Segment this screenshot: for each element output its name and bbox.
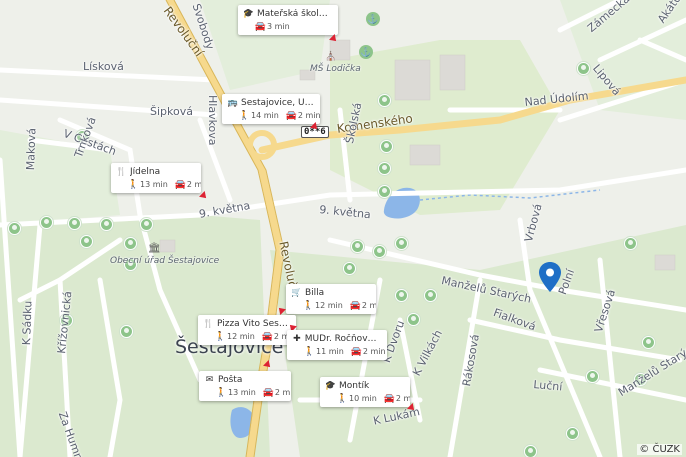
car-time: 2 min (274, 388, 291, 397)
tree-icon (40, 216, 53, 229)
restaurant-icon: 🍴 (117, 167, 128, 177)
car-icon: 🚘 (285, 110, 297, 121)
tree-icon (378, 185, 391, 198)
tree-icon (380, 140, 393, 153)
car-icon: 🚘 (174, 179, 186, 190)
street-label: Lísková (83, 60, 124, 73)
tree-icon (378, 94, 391, 107)
map-canvas[interactable]: 🏛 ⚓ ⚓ ⛪ Revoluční Svobody Lísková Šipkov… (0, 0, 686, 457)
bus-icon: 🚌 (228, 98, 239, 108)
street-label: Maková (24, 127, 39, 171)
poi-name: Jídelna (130, 167, 161, 177)
copyright[interactable]: © ČUZK (637, 444, 682, 455)
tree-icon (100, 218, 113, 231)
poi-label: Obecní úřad Šestajovice (110, 256, 220, 266)
tree-icon (407, 313, 420, 326)
doctor-icon: ✚ (293, 334, 301, 344)
walk-time: 11 min (316, 347, 344, 356)
tree-icon (524, 445, 537, 457)
walk-icon: 🚶 (336, 393, 349, 404)
car-icon: 🚘 (254, 21, 267, 32)
tree-icon (124, 237, 137, 250)
tree-icon (373, 245, 386, 258)
poi-name: Pizza Vito Šestajo… (217, 319, 290, 329)
poi-name: Billa (305, 288, 325, 298)
school-icon: 🎓 (326, 381, 337, 391)
walk-time: 10 min (349, 394, 377, 403)
street-label: Luční (532, 378, 563, 394)
playground-icon[interactable]: ⚓ (366, 12, 380, 26)
poi-card-mudr[interactable]: ✚MUDr. Ročňová M… 🚶11 min 🚘2 min (287, 330, 387, 360)
shop-icon: 🛒 (292, 288, 303, 298)
tree-icon (343, 262, 356, 275)
street-label: K Sádku (20, 300, 35, 346)
tree-icon (378, 162, 391, 175)
poi-card-ms[interactable]: 🎓Mateřská škola Š… 🚘3 min (238, 5, 338, 35)
tree-icon (395, 237, 408, 250)
car-time: 2 min (395, 394, 410, 403)
tree-icon (351, 240, 364, 253)
poi-card-posta[interactable]: ✉ Pošta 🚶13 min 🚘2 min (199, 371, 291, 401)
car-time: 3 min (267, 22, 290, 31)
tree-icon (577, 62, 590, 75)
poi-name: Pošta (218, 375, 243, 385)
poi-card-jidelna[interactable]: 🍴Jídelna 🚶13 min 🚘2 min (111, 163, 201, 193)
poi-name: Mateřská škola Š… (257, 9, 332, 19)
walk-icon: 🚶 (215, 387, 228, 398)
poi-name: MUDr. Ročňová M… (304, 334, 381, 344)
school-map-icon[interactable]: ⛪ (325, 51, 336, 61)
townhall-icon[interactable]: 🏛 (148, 243, 161, 254)
car-time: 2 min (362, 347, 386, 356)
tree-icon (8, 222, 21, 235)
tree-icon (424, 289, 437, 302)
tree-icon (395, 289, 408, 302)
walk-time: 13 min (140, 180, 168, 189)
tree-icon (566, 427, 579, 440)
walk-time: 14 min (251, 111, 279, 120)
post-icon: ✉ (205, 375, 214, 385)
car-icon: 🚘 (350, 346, 362, 357)
car-time: 2 min (361, 301, 376, 310)
tree-icon (80, 235, 93, 248)
car-time: 2 min (297, 111, 320, 120)
poi-name: Montík (339, 381, 370, 391)
car-icon: 🚘 (262, 387, 274, 398)
poi-card-pizza[interactable]: 🍴Pizza Vito Šestajo… 🚶12 min🚘2 min (198, 315, 296, 345)
walk-icon: 🚶 (302, 300, 315, 311)
walk-time: 12 min (227, 332, 255, 341)
restaurant-icon: 🍴 (204, 319, 215, 329)
walk-time: 12 min (315, 301, 343, 310)
car-icon: 🚘 (383, 393, 395, 404)
tree-icon (120, 325, 133, 338)
poi-card-bus[interactable]: 🚌Šestajovice, U Školy 🚶14 min 🚘2 min (222, 94, 320, 124)
location-pin-icon[interactable] (539, 262, 561, 292)
street-label: Šipková (150, 105, 193, 118)
tree-icon (586, 370, 599, 383)
poi-name: Šestajovice, U Školy (241, 98, 314, 108)
car-icon: 🚘 (349, 300, 361, 311)
car-icon: 🚘 (261, 331, 273, 342)
walk-icon: 🚶 (214, 331, 227, 342)
school-icon: 🎓 (244, 9, 255, 19)
walk-time: 13 min (228, 388, 256, 397)
playground-icon[interactable]: ⚓ (359, 45, 373, 59)
poi-label: MŠ Lodička (310, 64, 361, 74)
poi-card-billa[interactable]: 🛒Billa 🚶12 min 🚘2 min (286, 284, 376, 314)
walk-icon: 🚶 (303, 346, 316, 357)
tree-icon (624, 237, 637, 250)
tree-icon (140, 218, 153, 231)
poi-card-montik[interactable]: 🎓Montík 🚶10 min 🚘2 min (320, 377, 410, 407)
tree-icon (68, 217, 81, 230)
street-label: Hlavkova (206, 95, 219, 146)
tree-icon (642, 336, 655, 349)
car-time: 2 min (186, 180, 201, 189)
walk-icon: 🚶 (127, 179, 140, 190)
walk-icon: 🚶 (238, 110, 251, 121)
